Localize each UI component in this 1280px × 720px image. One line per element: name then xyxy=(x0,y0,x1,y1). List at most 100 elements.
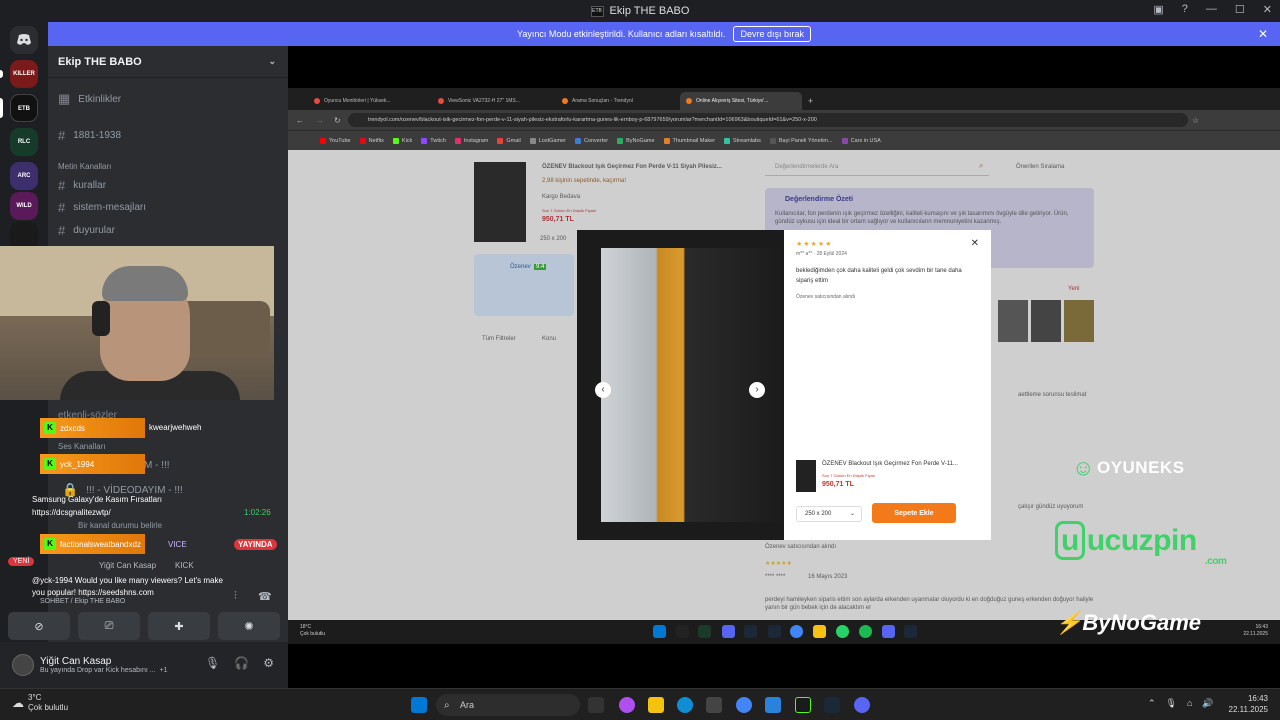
bookmark[interactable]: ByNoGame xyxy=(617,137,655,144)
back-icon[interactable]: ← xyxy=(296,116,304,125)
start-icon[interactable] xyxy=(411,697,427,713)
size-select[interactable]: 250 x 200 ⌄ xyxy=(796,506,862,522)
inbox-icon[interactable]: ▣ xyxy=(1153,3,1163,16)
channel-sistem-mesajlari[interactable]: # sistem-mesajları xyxy=(58,200,146,215)
store-icon[interactable] xyxy=(706,697,722,713)
settings-icon[interactable] xyxy=(765,697,781,713)
channel-kurallar[interactable]: # kurallar xyxy=(58,178,106,193)
edge-icon[interactable] xyxy=(677,697,693,713)
gear-icon[interactable]: ⚙ xyxy=(263,656,274,670)
ucuzpin-logo: u ucuzpin .com xyxy=(1055,521,1227,567)
file-explorer-icon[interactable] xyxy=(648,697,664,713)
all-filters[interactable]: Tüm Filtreler xyxy=(482,336,516,342)
taskview-icon[interactable] xyxy=(588,697,604,713)
channel-1881[interactable]: # 1881-1938 xyxy=(58,128,121,143)
review-text: perdeyi hamileyken siparis ettim son ayl… xyxy=(765,597,1094,611)
bookmark[interactable]: Converter xyxy=(574,137,608,144)
steam-icon[interactable] xyxy=(824,697,840,713)
prev-image-button[interactable]: ‹ xyxy=(595,382,611,398)
bookmark[interactable]: Streamlabs xyxy=(724,137,761,144)
bynogame-logo: ⚡ByNoGame xyxy=(1055,610,1201,635)
close-icon[interactable]: ✕ xyxy=(971,238,979,249)
taskbar-search[interactable]: ⌕ Ara xyxy=(436,694,580,716)
soundboard-button[interactable]: ✺ xyxy=(218,612,280,640)
forward-icon[interactable]: → xyxy=(316,116,324,125)
activities-button[interactable]: ✚ xyxy=(148,612,210,640)
review-search[interactable]: Değerlendirmelerde Ara ⌕ xyxy=(765,158,989,176)
discord-taskbar-icon[interactable] xyxy=(854,697,870,713)
browser-tab[interactable]: Oyuncu Monitörleri | Yüksek... xyxy=(308,92,430,110)
new-link[interactable]: Yeni xyxy=(1068,286,1079,292)
camera-off-button[interactable]: ⊘ xyxy=(8,612,70,640)
bookmark[interactable]: Twitch xyxy=(421,137,446,144)
modal-product-thumbnail[interactable] xyxy=(796,460,816,492)
modal-lowest-tag: Son 7 Günün En Düşük Fiyatı xyxy=(822,473,875,478)
disconnect-icon[interactable]: ☎ xyxy=(258,590,272,603)
server-icon[interactable]: ARC xyxy=(10,162,38,190)
review-snippet: aettleme sorunsu teslimat xyxy=(1018,392,1087,398)
add-to-cart-button[interactable]: Sepete Ekle xyxy=(872,503,956,523)
bookmark[interactable]: Netflix xyxy=(359,137,384,144)
vice-label: VICE xyxy=(168,540,187,549)
server-icon[interactable]: RLC xyxy=(10,128,38,156)
modal-product-title[interactable]: ÖZENEV Blackout Işık Geçirmez Fon Perde … xyxy=(822,461,982,467)
browser-tab[interactable]: ViewSonic VA2732-H 27" 1MS... xyxy=(432,92,554,110)
shared-clock: 16:43 22.11.2025 xyxy=(1243,624,1268,637)
url-field[interactable]: trendyol.com/ozenev/blackout-isik-gecirm… xyxy=(348,113,1188,127)
soundwave-icon[interactable]: ⫶ xyxy=(234,590,237,603)
close-icon[interactable]: ✕ xyxy=(1258,27,1268,41)
topic-filter[interactable]: Konu xyxy=(542,336,556,342)
star-icon[interactable]: ☆ xyxy=(1192,116,1199,125)
streamer-mode-banner: Yayıncı Modu etkinleştirildi. Kullanıcı … xyxy=(48,22,1280,46)
browser-tab[interactable]: Arama Sonuçları - Trendyol xyxy=(556,92,678,110)
product-title[interactable]: ÖZENEV Blackout Işık Geçirmez Fon Perde … xyxy=(542,164,732,170)
alert-message: kwearjwehweh xyxy=(149,423,202,432)
disable-streamer-mode-button[interactable]: Devre dışı bırak xyxy=(733,26,811,42)
new-tab-icon[interactable]: + xyxy=(808,96,813,106)
bookmark[interactable]: YouTube xyxy=(320,137,351,144)
bookmark[interactable]: LostGamer xyxy=(529,137,566,144)
help-icon[interactable]: ? xyxy=(1182,3,1188,16)
browser-tab-active[interactable]: Online Alışveriş Sitesi, Türkiye'... xyxy=(680,92,802,110)
promo-link: https://dcsgnalitezwtp/ xyxy=(32,508,111,517)
product-sold: 2,98 kişinin sepetinde, kaçırma! xyxy=(542,178,627,184)
microphone-icon[interactable]: 🎙 xyxy=(205,656,220,670)
voice-controls: ⊘ ⎚ ✚ ✺ xyxy=(8,612,280,640)
copilot-icon[interactable] xyxy=(619,697,635,713)
guild-header[interactable]: Ekip THE BABO ⌄ xyxy=(48,46,288,78)
bookmark[interactable]: Thumbnail Maker xyxy=(663,137,715,144)
text-category[interactable]: Metin Kanalları xyxy=(58,162,111,171)
bookmark[interactable]: Bayi Paneli Yönetim... xyxy=(769,137,833,144)
bookmark[interactable]: Cars in USA xyxy=(841,137,881,144)
next-image-button[interactable]: › xyxy=(749,382,765,398)
chrome-icon[interactable] xyxy=(736,697,752,713)
weather-widget[interactable]: ☁ 3°C Çok bulutlu xyxy=(12,693,68,713)
channel-duyurular[interactable]: # duyurular xyxy=(58,223,115,238)
events-item[interactable]: ▦ Etkinlikler xyxy=(58,91,121,107)
server-icon[interactable]: KILLER xyxy=(10,60,38,88)
avatar[interactable] xyxy=(12,654,34,676)
kick-app-icon[interactable] xyxy=(795,697,811,713)
bookmark[interactable]: Gmail xyxy=(497,137,521,144)
clock[interactable]: 16:43 22.11.2025 xyxy=(1229,693,1268,715)
channel-status-hint[interactable]: Bir kanal durumu belirle xyxy=(78,521,162,530)
new-badge: YENİ xyxy=(8,557,35,566)
bookmark[interactable]: Kick xyxy=(392,137,412,144)
server-icon-active[interactable]: ETB xyxy=(10,94,38,122)
bookmarks-bar: YouTube Netflix Kick Twitch Instagram Gm… xyxy=(288,130,1280,150)
kick-icon: K xyxy=(44,422,56,434)
sort-select[interactable]: Önerilen Sıralama xyxy=(1016,164,1064,170)
product-thumbnail[interactable] xyxy=(474,162,526,242)
headphones-icon[interactable]: 🎧 xyxy=(234,656,249,670)
close-button[interactable]: ✕ xyxy=(1263,3,1272,16)
maximize-button[interactable]: ☐ xyxy=(1235,3,1245,16)
voice-channel[interactable]: M - !!! xyxy=(144,460,170,471)
reload-icon[interactable]: ↻ xyxy=(334,116,341,125)
voice-category[interactable]: Ses Kanalları xyxy=(58,442,106,451)
minimize-button[interactable]: — xyxy=(1206,3,1217,16)
bookmark[interactable]: Instagram xyxy=(454,137,488,144)
system-tray[interactable]: ⌃ 🎙 ⌂ 🔊 xyxy=(1148,698,1214,709)
server-icon[interactable]: WILD xyxy=(10,192,38,220)
home-button[interactable] xyxy=(10,26,38,54)
screen-share-button[interactable]: ⎚ xyxy=(78,612,140,640)
